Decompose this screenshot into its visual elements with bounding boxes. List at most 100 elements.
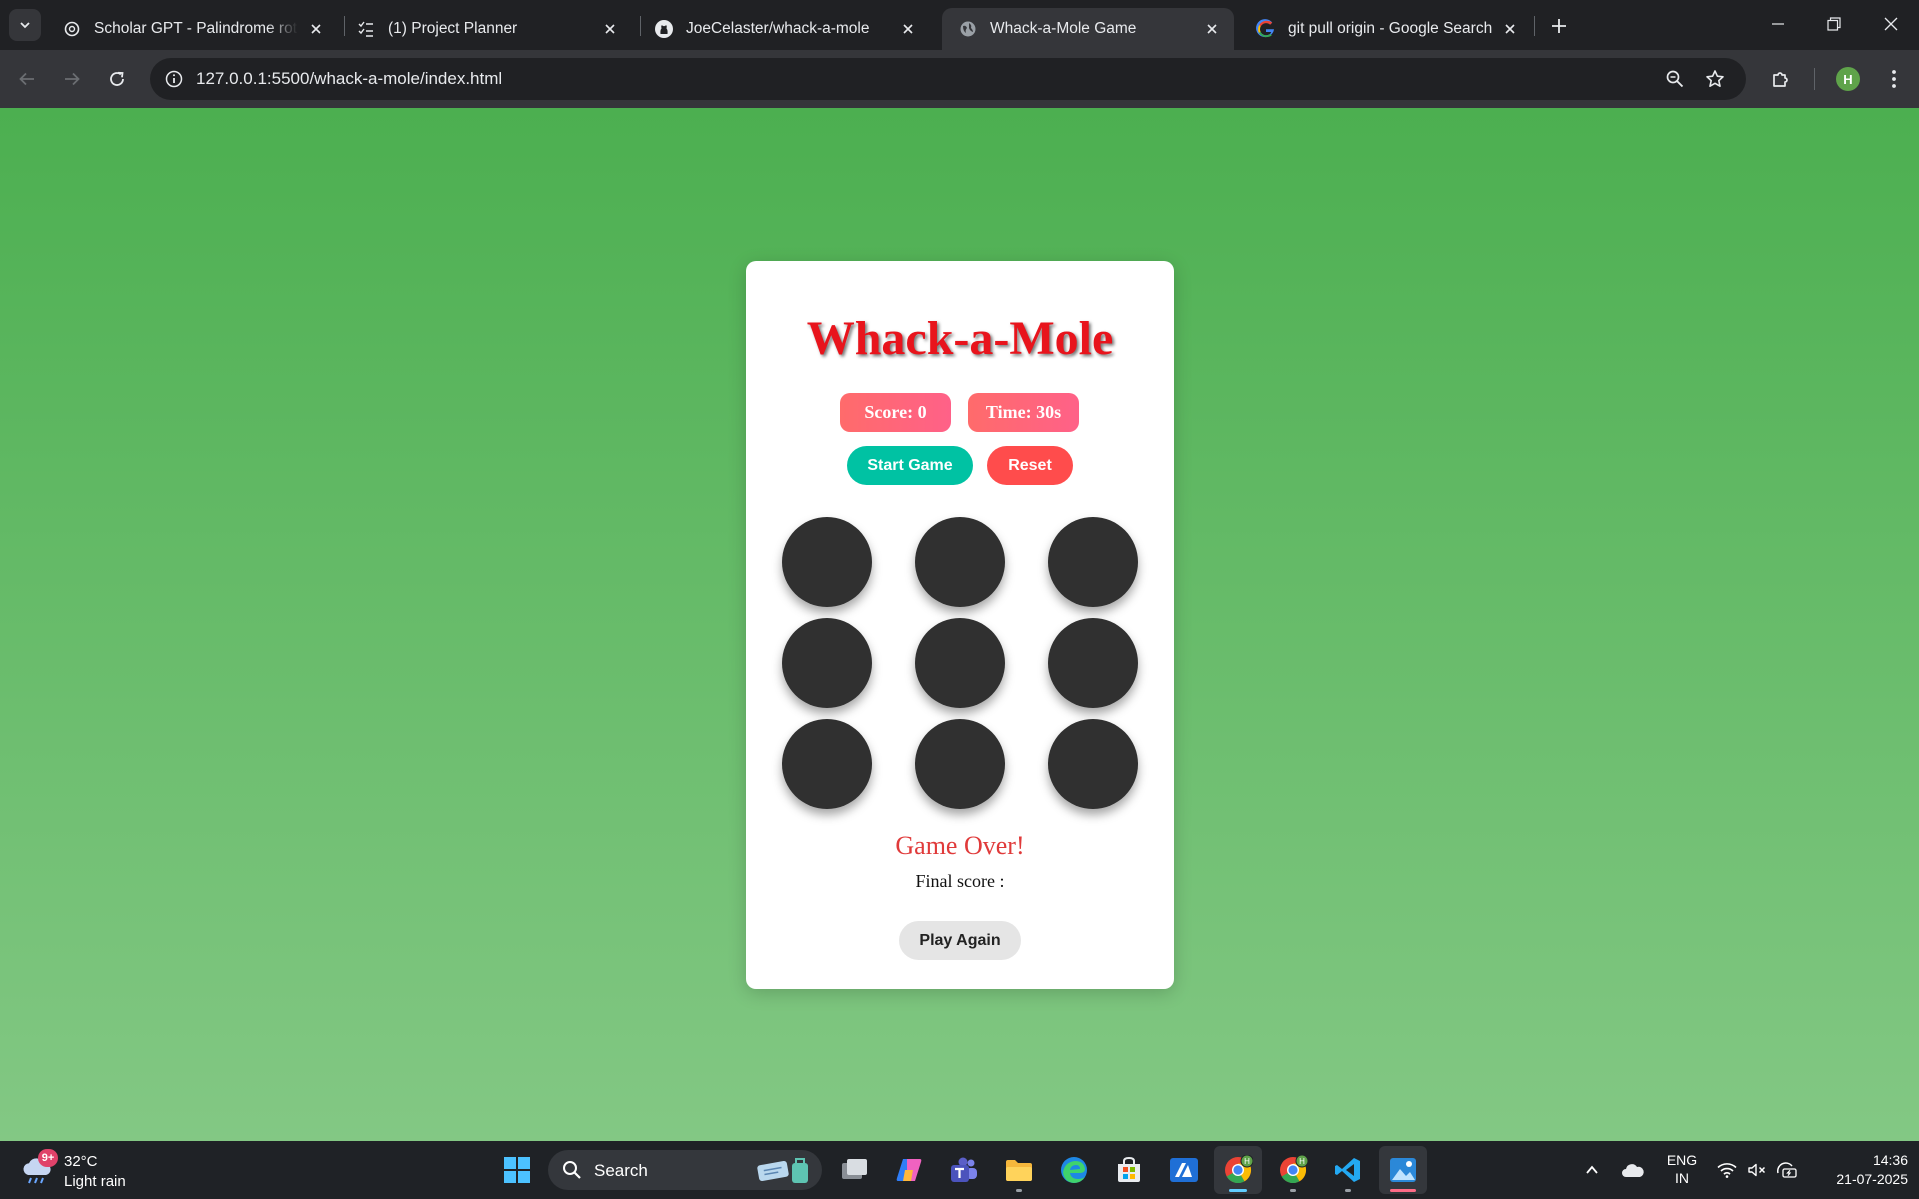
teams-app[interactable] — [940, 1146, 988, 1194]
toolbar-divider — [1814, 68, 1815, 90]
minimize-icon — [1772, 23, 1784, 25]
microsoft-store-app[interactable] — [1105, 1146, 1153, 1194]
back-button[interactable] — [10, 62, 44, 96]
mole-hole[interactable] — [915, 618, 1005, 708]
mole-hole[interactable] — [1048, 719, 1138, 809]
bookmark-star-icon[interactable] — [1703, 67, 1727, 91]
tab-title: Scholar GPT - Palindrome rotati — [94, 20, 298, 37]
browser-menu-button[interactable] — [1877, 62, 1911, 96]
weather-description: Light rain — [64, 1173, 126, 1190]
show-hidden-icons-button[interactable] — [1581, 1155, 1603, 1185]
language-region: IN — [1675, 1170, 1689, 1186]
tab-title: (1) Project Planner — [388, 20, 518, 37]
close-icon[interactable] — [600, 19, 620, 39]
google-icon — [1256, 19, 1276, 39]
restore-button[interactable] — [1806, 0, 1862, 48]
mole-hole[interactable] — [1048, 517, 1138, 607]
taskbar-search[interactable]: Search — [548, 1150, 822, 1190]
tab-whack-a-mole[interactable]: Whack-a-Mole Game — [942, 8, 1234, 50]
edge-app[interactable] — [1050, 1146, 1098, 1194]
travel-luggage-icon — [757, 1158, 808, 1183]
onedrive-button[interactable] — [1619, 1155, 1647, 1185]
mole-hole[interactable] — [1048, 618, 1138, 708]
vscode-icon — [1335, 1158, 1360, 1182]
photos-app[interactable] — [1379, 1146, 1427, 1194]
close-icon[interactable] — [306, 19, 326, 39]
checklist-icon — [356, 19, 376, 39]
teams-icon — [951, 1157, 977, 1182]
azure-app[interactable] — [1160, 1146, 1208, 1194]
close-window-button[interactable] — [1863, 0, 1919, 48]
wifi-button[interactable] — [1715, 1155, 1739, 1185]
copilot-app[interactable] — [885, 1146, 933, 1194]
address-bar[interactable]: 127.0.0.1:5500/whack-a-mole/index.html — [150, 58, 1746, 100]
extensions-button[interactable] — [1764, 62, 1798, 96]
clock-date: 21-07-2025 — [1836, 1171, 1908, 1187]
profile-button[interactable]: H — [1831, 62, 1865, 96]
running-indicator — [1290, 1189, 1296, 1192]
tab-github-repo[interactable]: JoeCelaster/whack-a-mole — [638, 8, 930, 50]
system-clock[interactable]: 14:36 21-07-2025 — [1808, 1151, 1908, 1189]
active-indicator — [1229, 1189, 1247, 1192]
page-viewport: Whack-a-Mole Score: 0 Time: 30s Start Ga… — [0, 108, 1919, 1141]
wifi-icon — [1717, 1163, 1737, 1178]
plus-icon — [1552, 19, 1566, 33]
score-display: Score: 0 — [840, 393, 951, 432]
new-tab-button[interactable] — [1543, 10, 1575, 42]
close-icon[interactable] — [1202, 19, 1222, 39]
tab-separator — [1534, 16, 1535, 36]
play-again-button[interactable]: Play Again — [899, 921, 1021, 960]
volume-button[interactable] — [1745, 1155, 1769, 1185]
battery-charging-icon — [1776, 1162, 1797, 1178]
mole-hole[interactable] — [782, 517, 872, 607]
active-indicator — [1390, 1189, 1416, 1192]
site-info-icon[interactable] — [162, 67, 186, 91]
tab-title: git pull origin - Google Search — [1288, 20, 1492, 37]
chrome-icon: H — [1225, 1155, 1253, 1184]
running-indicator — [1345, 1189, 1351, 1192]
chrome-app-second-profile[interactable]: H — [1269, 1146, 1317, 1194]
language-indicator[interactable]: ENG IN — [1662, 1151, 1702, 1187]
azure-icon — [1170, 1158, 1198, 1182]
weather-temperature: 32°C — [64, 1153, 98, 1170]
mole-hole[interactable] — [915, 719, 1005, 809]
restore-icon — [1827, 17, 1841, 31]
language-code: ENG — [1666, 1152, 1698, 1168]
start-button[interactable] — [493, 1146, 541, 1194]
task-view-button[interactable] — [831, 1146, 879, 1194]
puzzle-icon — [1773, 72, 1788, 87]
mole-hole[interactable] — [782, 719, 872, 809]
chrome-app[interactable]: H — [1214, 1146, 1262, 1194]
close-icon[interactable] — [898, 19, 918, 39]
time-display: Time: 30s — [968, 393, 1079, 432]
clock-time: 14:36 — [1872, 1152, 1908, 1168]
url-text[interactable]: 127.0.0.1:5500/whack-a-mole/index.html — [196, 69, 502, 89]
reload-button[interactable] — [100, 62, 134, 96]
chrome-icon: H — [1280, 1155, 1308, 1184]
mole-hole[interactable] — [915, 517, 1005, 607]
running-indicator — [1016, 1189, 1022, 1192]
reset-button[interactable]: Reset — [987, 446, 1073, 485]
battery-button[interactable] — [1774, 1155, 1800, 1185]
minimize-button[interactable] — [1750, 0, 1806, 48]
forward-button[interactable] — [55, 62, 89, 96]
tab-google-search[interactable]: git pull origin - Google Search — [1240, 8, 1532, 50]
globe-icon — [958, 19, 978, 39]
kebab-menu-icon — [1892, 70, 1896, 88]
tab-title: Whack-a-Mole Game — [990, 20, 1137, 37]
close-icon[interactable] — [1500, 19, 1520, 39]
mole-hole[interactable] — [782, 618, 872, 708]
tab-scholar-gpt[interactable]: Scholar GPT - Palindrome rotati — [46, 8, 338, 50]
arrow-right-icon — [65, 72, 80, 86]
file-explorer-app[interactable] — [995, 1146, 1043, 1194]
vscode-app[interactable] — [1324, 1146, 1372, 1194]
weather-widget[interactable]: 9+ 32°C Light rain — [20, 1149, 160, 1193]
zoom-icon[interactable] — [1663, 67, 1687, 91]
tab-search-button[interactable] — [9, 9, 41, 41]
photos-icon — [1390, 1158, 1416, 1182]
tab-project-planner[interactable]: (1) Project Planner — [340, 8, 632, 50]
chevron-down-icon — [20, 22, 30, 29]
store-bag-icon — [1118, 1156, 1140, 1182]
start-game-button[interactable]: Start Game — [847, 446, 973, 485]
game-card: Whack-a-Mole Score: 0 Time: 30s Start Ga… — [746, 261, 1174, 989]
